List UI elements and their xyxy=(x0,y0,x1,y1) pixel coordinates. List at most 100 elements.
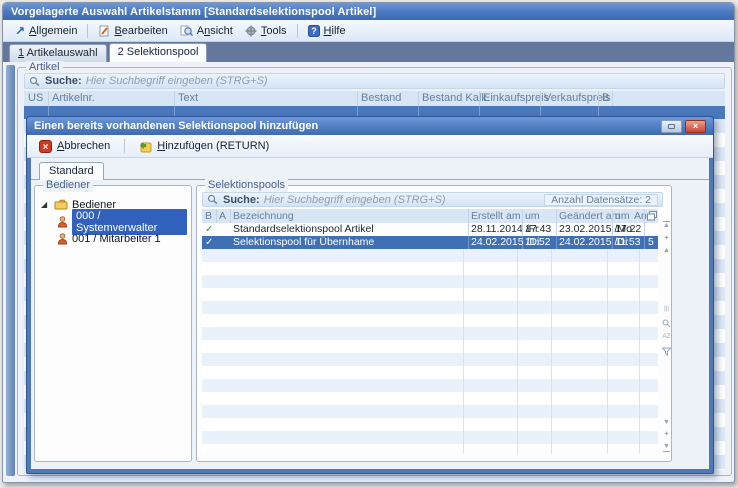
tab-artikelauswahl[interactable]: 1 Artikelauswahl xyxy=(9,44,107,62)
main-title: Vorgelagerte Auswahl Artikelstamm [Stand… xyxy=(11,6,376,18)
scroll-top-icon[interactable]: ▲ xyxy=(661,221,672,230)
toolbar-separator xyxy=(124,139,125,153)
pools-search-placeholder: Hier Suchbegriff eingeben (STRG+S) xyxy=(264,194,446,206)
close-icon: × xyxy=(693,122,698,131)
step-up-icon[interactable]: ▲ xyxy=(661,247,672,255)
column-separator xyxy=(644,236,645,249)
check-icon: ✓ xyxy=(205,236,213,249)
col-text[interactable]: Text xyxy=(178,92,198,104)
col-a[interactable]: A xyxy=(219,210,226,222)
column-options-icon[interactable]: ||| xyxy=(661,305,672,313)
zoom-icon[interactable] xyxy=(661,319,672,331)
dialog-titlebar[interactable]: Einen bereits vorhandenen Selektionspool… xyxy=(27,117,713,135)
sort-icon[interactable]: AZ xyxy=(661,333,672,341)
tab-selektionspool-label: 2 Selektionspool xyxy=(118,46,199,58)
column-separator xyxy=(174,91,175,106)
col-erstellt-am[interactable]: Erstellt am xyxy=(471,210,521,222)
col-us[interactable]: US xyxy=(28,92,43,104)
col-verkaufspreis[interactable]: Verkaufspreis xyxy=(544,92,611,104)
dialog-toolbar: × Abbrechen Hinzufügen (RETURN) xyxy=(27,135,713,158)
menu-ansicht-label: Ansicht xyxy=(197,25,233,37)
dialog-title: Einen bereits vorhandenen Selektionspool… xyxy=(34,120,318,132)
search-icon xyxy=(29,76,41,87)
column-separator xyxy=(607,249,608,454)
add-selektionspool-dialog: Einen bereits vorhandenen Selektionspool… xyxy=(26,116,714,474)
cell-geaendert-um[interactable]: 17:22 xyxy=(615,223,641,236)
folder-icon xyxy=(54,199,68,210)
col-b[interactable]: B xyxy=(602,92,609,104)
menu-separator xyxy=(297,24,298,38)
main-titlebar[interactable]: Vorgelagerte Auswahl Artikelstamm [Stand… xyxy=(3,3,734,20)
tab-selektionspool[interactable]: 2 Selektionspool xyxy=(109,43,208,62)
expander-icon[interactable]: ◢ xyxy=(41,200,50,209)
cancel-icon: × xyxy=(39,140,52,153)
selektionspools-group-label: Selektionspools xyxy=(205,179,288,192)
arrow-ne-icon: ↗ xyxy=(15,26,25,36)
menu-hilfe-label: Hilfe xyxy=(324,25,346,37)
column-separator xyxy=(540,91,541,106)
bediener-groupbox: Bediener ◢ Bediener 000 / Systemverwalte… xyxy=(34,185,192,462)
col-bezeichnung[interactable]: Bezeichnung xyxy=(233,210,294,222)
artikel-search-label: Suche: xyxy=(45,75,82,87)
col-erstellt-um[interactable]: um xyxy=(525,210,540,222)
column-separator xyxy=(468,236,469,249)
menu-tools[interactable]: Tools xyxy=(239,23,293,39)
user-icon xyxy=(57,216,68,228)
cell-an[interactable]: 5 xyxy=(648,236,654,249)
column-separator xyxy=(612,236,613,249)
tab-standard[interactable]: Standard xyxy=(39,162,104,180)
abbrechen-label: Abbrechen xyxy=(57,140,110,152)
col-b[interactable]: B xyxy=(205,210,212,222)
table-nav-strip: ▲ ✦ ▲ ||| AZ ▼ ✦ ▼ xyxy=(661,209,672,456)
column-separator xyxy=(556,236,557,249)
dialog-body: Standard Bediener ◢ Bediener 000 / Syste xyxy=(31,158,709,469)
restore-button[interactable] xyxy=(661,120,682,133)
column-separator xyxy=(556,209,557,223)
svg-text:×: × xyxy=(43,142,49,153)
pool-row-uebernahme[interactable]: ✓ Selektionspool für Übernhame 24.02.201… xyxy=(202,236,658,249)
column-separator xyxy=(598,91,599,106)
abbrechen-button[interactable]: × Abbrechen xyxy=(34,138,115,155)
column-separator xyxy=(357,91,358,106)
tree-item-systemverwalter[interactable]: 000 / Systemverwalter xyxy=(41,213,187,230)
column-separator xyxy=(556,223,557,236)
col-bestand[interactable]: Bestand xyxy=(361,92,401,104)
scroll-bottom-icon[interactable]: ▼ xyxy=(661,443,672,452)
column-separator xyxy=(517,249,518,454)
edit-icon xyxy=(98,25,110,37)
record-count-badge: Anzahl Datensätze: 2 xyxy=(544,194,658,206)
col-geaendert-um[interactable]: um xyxy=(615,210,630,222)
step-down-icon[interactable]: ▼ xyxy=(661,419,672,427)
col-artikelnr[interactable]: Artikelnr. xyxy=(52,92,95,104)
column-separator xyxy=(522,236,523,249)
artikel-search-bar[interactable]: Suche: Hier Suchbegriff eingeben (STRG+S… xyxy=(24,73,725,89)
pools-search-label: Suche: xyxy=(223,194,260,206)
menu-allgemein[interactable]: ↗ Allgemein xyxy=(9,23,83,39)
pools-table-body[interactable] xyxy=(202,249,658,454)
bediener-tree: ◢ Bediener 000 / Systemverwalter 001 / M… xyxy=(41,196,187,247)
column-separator xyxy=(644,209,645,223)
menu-bearbeiten[interactable]: Bearbeiten xyxy=(92,23,173,39)
column-separator xyxy=(463,249,464,454)
pool-row-standardselektionspool[interactable]: ✓ Standardselektionspool Artikel 28.11.2… xyxy=(202,223,658,236)
cell-geaendert-um[interactable]: 11:53 xyxy=(615,236,641,249)
menu-ansicht[interactable]: Ansicht xyxy=(174,23,239,39)
hinzufuegen-button[interactable]: Hinzufügen (RETURN) xyxy=(134,138,274,155)
cell-erstellt-um[interactable]: 17:43 xyxy=(525,223,551,236)
close-button[interactable]: × xyxy=(685,120,706,133)
artikel-search-placeholder: Hier Suchbegriff eingeben (STRG+S) xyxy=(86,75,268,87)
filter-icon[interactable] xyxy=(661,347,672,359)
cell-bezeichnung[interactable]: Selektionspool für Übernhame xyxy=(233,236,374,249)
svg-text:?: ? xyxy=(311,26,317,36)
pools-search-bar[interactable]: Suche: Hier Suchbegriff eingeben (STRG+S… xyxy=(202,192,663,207)
tree-item-label: 001 / Mitarbeiter 1 xyxy=(72,233,161,245)
menu-bearbeiten-label: Bearbeiten xyxy=(114,25,167,37)
cell-erstellt-um[interactable]: 11:52 xyxy=(525,236,551,249)
menu-tools-label: Tools xyxy=(261,25,287,37)
current-record-icon[interactable]: ✦ xyxy=(661,431,672,439)
menu-hilfe[interactable]: ? Hilfe xyxy=(302,23,352,39)
column-chooser-icon[interactable] xyxy=(647,211,657,221)
tree-item-label: 000 / Systemverwalter xyxy=(72,209,187,235)
current-record-icon[interactable]: ✦ xyxy=(661,235,672,243)
cell-bezeichnung[interactable]: Standardselektionspool Artikel xyxy=(233,223,374,236)
